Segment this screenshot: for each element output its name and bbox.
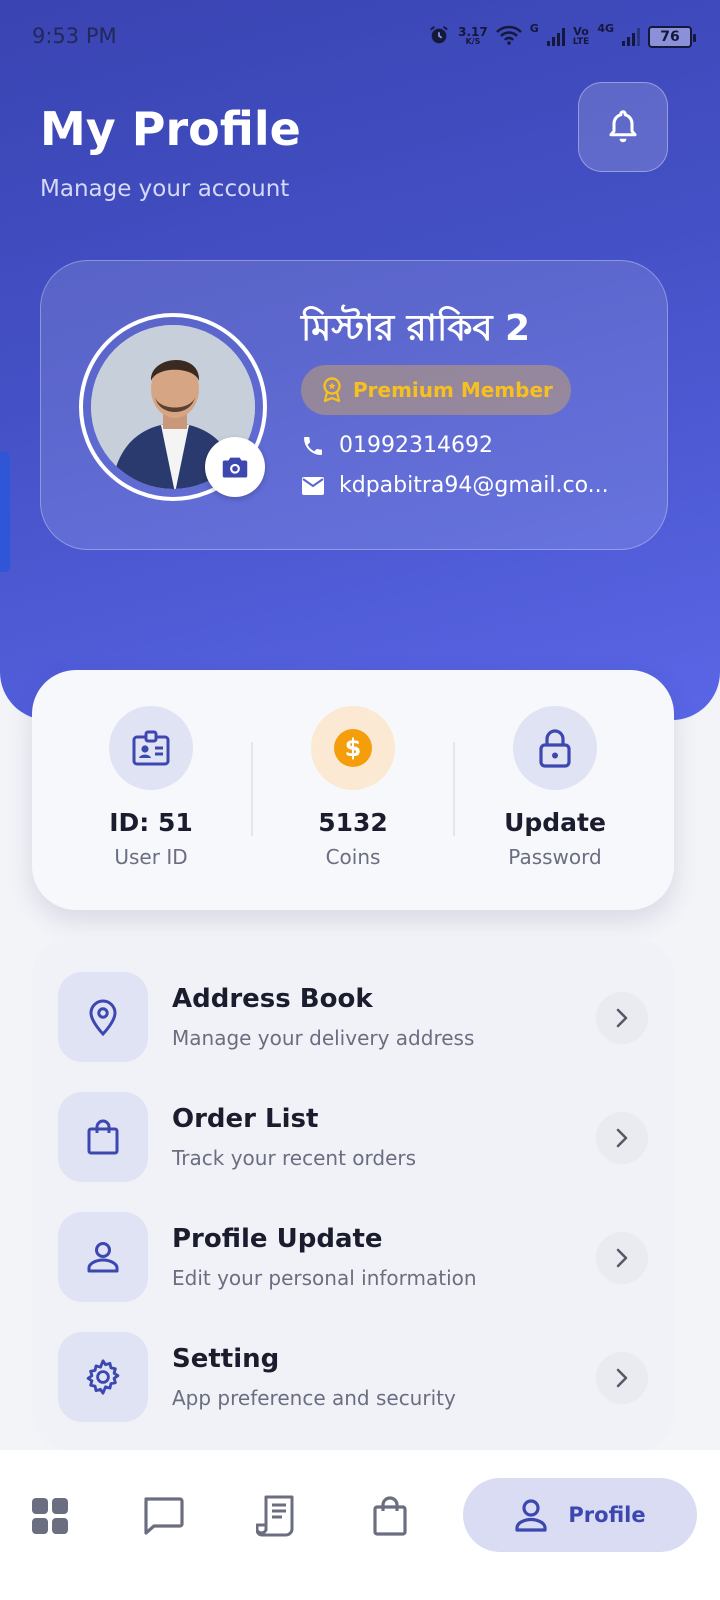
menu-item-subtitle: Track your recent orders bbox=[172, 1146, 417, 1170]
chevron-right-icon bbox=[596, 1352, 648, 1404]
edge-handle bbox=[0, 452, 10, 572]
profile-card: মিস্টার রাকিব 2 Premium Member 019923146… bbox=[40, 260, 668, 550]
password-label: Password bbox=[508, 845, 602, 869]
menu-item-title: Order List bbox=[172, 1104, 319, 1134]
receipt-icon bbox=[256, 1495, 294, 1537]
chevron-right-icon bbox=[596, 992, 648, 1044]
menu-item-setting[interactable]: Setting App preference and security bbox=[58, 1332, 648, 1422]
camera-icon bbox=[222, 457, 248, 478]
network-type-4g: 4G bbox=[597, 22, 614, 35]
wifi-icon bbox=[495, 25, 522, 49]
network-speed: 3.17 K/S bbox=[458, 25, 488, 46]
lock-icon bbox=[539, 729, 571, 768]
coins-value: 5132 bbox=[318, 808, 388, 837]
user-id-stat: ID: 51 User ID bbox=[44, 706, 258, 869]
volte-indicator: Vo LTE bbox=[572, 25, 590, 47]
network-type-g: G bbox=[529, 22, 539, 35]
bag-icon bbox=[373, 1496, 407, 1536]
nav-home-button[interactable] bbox=[24, 1490, 76, 1542]
svg-text:$: $ bbox=[345, 734, 362, 762]
stats-card: ID: 51 User ID $ 5132 Coins Update Passw… bbox=[32, 670, 674, 910]
nav-orders-button[interactable] bbox=[250, 1490, 302, 1542]
user-name: মিস্টার রাকিব 2 bbox=[301, 308, 531, 349]
battery-indicator: 76 bbox=[648, 26, 696, 48]
menu-item-subtitle: Manage your delivery address bbox=[172, 1026, 475, 1050]
status-bar: 9:53 PM 3.17 K/S G Vo LTE 4G 76 bbox=[32, 22, 696, 52]
coins-label: Coins bbox=[325, 845, 381, 869]
premium-member-badge: Premium Member bbox=[301, 365, 571, 415]
dollar-coin-icon: $ bbox=[334, 729, 372, 767]
menu-item-order-list[interactable]: Order List Track your recent orders bbox=[58, 1092, 648, 1182]
signal-icon-2 bbox=[622, 28, 640, 46]
gear-icon bbox=[86, 1359, 120, 1395]
user-id-label: User ID bbox=[114, 845, 188, 869]
shopping-bag-icon bbox=[87, 1119, 119, 1155]
menu-item-title: Profile Update bbox=[172, 1224, 383, 1254]
page-subtitle: Manage your account bbox=[40, 176, 290, 202]
notifications-button[interactable] bbox=[578, 82, 668, 172]
update-password-stat[interactable]: Update Password bbox=[448, 706, 662, 869]
coins-stat: $ 5132 Coins bbox=[246, 706, 460, 869]
user-id-value: ID: 51 bbox=[109, 808, 193, 837]
bell-icon bbox=[609, 110, 637, 143]
chat-icon bbox=[144, 1497, 184, 1535]
nav-chat-button[interactable] bbox=[137, 1490, 189, 1542]
menu-item-title: Address Book bbox=[172, 984, 373, 1014]
password-update-value: Update bbox=[504, 808, 606, 837]
id-badge-icon bbox=[132, 730, 170, 766]
phone-number: 01992314692 bbox=[339, 433, 493, 458]
menu-item-subtitle: App preference and security bbox=[172, 1386, 456, 1410]
menu-item-profile-update[interactable]: Profile Update Edit your personal inform… bbox=[58, 1212, 648, 1302]
person-icon bbox=[87, 1242, 119, 1273]
alarm-icon bbox=[428, 24, 450, 50]
change-photo-button[interactable] bbox=[205, 437, 265, 497]
menu-item-title: Setting bbox=[172, 1344, 280, 1374]
menu-item-subtitle: Edit your personal information bbox=[172, 1266, 477, 1290]
award-icon bbox=[323, 377, 341, 403]
bottom-navigation: Profile bbox=[0, 1450, 720, 1600]
nav-profile-button[interactable]: Profile bbox=[463, 1478, 697, 1552]
nav-profile-label: Profile bbox=[568, 1503, 646, 1527]
page-title: My Profile bbox=[40, 102, 301, 156]
email-address: kdpabitra94@gmail.co... bbox=[339, 473, 609, 498]
grid-icon bbox=[32, 1498, 68, 1534]
email-row: kdpabitra94@gmail.co... bbox=[301, 473, 631, 498]
signal-icon bbox=[546, 28, 565, 46]
status-time: 9:53 PM bbox=[32, 24, 117, 48]
chevron-right-icon bbox=[596, 1232, 648, 1284]
mail-icon bbox=[302, 476, 324, 495]
member-label: Premium Member bbox=[353, 378, 553, 402]
nav-cart-button[interactable] bbox=[364, 1490, 416, 1542]
phone-row: 01992314692 bbox=[301, 433, 631, 458]
menu-item-address-book[interactable]: Address Book Manage your delivery addres… bbox=[58, 972, 648, 1062]
phone-icon bbox=[304, 436, 322, 455]
person-icon bbox=[515, 1499, 548, 1532]
menu-card: Address Book Manage your delivery addres… bbox=[32, 938, 674, 1452]
status-icons: 3.17 K/S G Vo LTE 4G 76 bbox=[428, 22, 696, 50]
chevron-right-icon bbox=[596, 1112, 648, 1164]
location-pin-icon bbox=[89, 999, 117, 1036]
